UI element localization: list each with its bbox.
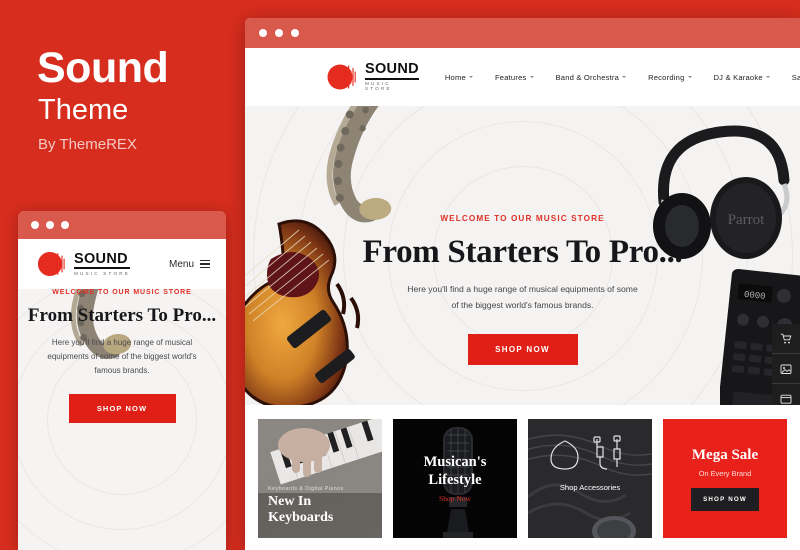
nav-item-features[interactable]: Features [495,73,534,82]
cart-icon [780,333,792,343]
browser-titlebar [245,18,800,48]
nav-label: DJ & Karaoke [713,72,763,82]
mobile-mockup: SOUND MUSIC STORE Menu WELCOME TO OUR MU… [18,211,226,550]
nav-item-sale[interactable]: Sale [792,73,800,82]
side-widget-image-button[interactable] [772,354,800,384]
site-logo-tagline: MUSIC STORE [365,81,392,91]
mobile-logo-name: SOUND [74,252,131,270]
promo-cards: Keyboards & Digital Pianos New In Keyboa… [245,405,800,538]
card-title: Musican's Lifestyle [393,454,517,489]
mobile-logo[interactable]: SOUND MUSIC STORE [34,250,131,278]
main-navigation: Home Features Band & Orchestra Recording… [445,72,800,82]
site-header: SOUND MUSIC STORE Home Features Band & O… [245,48,800,106]
window-dot-close[interactable] [259,29,267,37]
chevron-down-icon [529,76,534,78]
chevron-down-icon [765,76,770,78]
nav-item-dj-karaoke[interactable]: DJ & Karaoke [714,73,770,82]
card-musicans-lifestyle[interactable]: Musican's Lifestyle Shop Now [393,419,517,538]
mobile-menu-button[interactable]: Menu [169,259,210,270]
nav-item-band-orchestra[interactable]: Band & Orchestra [556,73,627,82]
hamburger-icon [200,259,210,269]
card-mega-sale[interactable]: Mega Sale On Every Brand SHOP NOW [663,419,787,538]
window-dot-maximize[interactable] [61,221,69,229]
card-subtitle: On Every Brand [698,468,752,478]
chevron-down-icon [622,76,627,78]
site-logo-name: SOUND [365,62,419,80]
hero-paragraph: Here you'll find a huge range of musical… [245,281,800,314]
nav-item-home[interactable]: Home [445,73,473,82]
hero-eyebrow: WELCOME TO OUR MUSIC STORE [440,214,605,223]
card-new-in-keyboards[interactable]: Keyboards & Digital Pianos New In Keyboa… [258,419,382,538]
mobile-hero-heading: From Starters To Pro... [27,305,217,326]
side-widget-window-button[interactable] [772,384,800,405]
site-logo[interactable]: SOUND MUSIC STORE [325,62,419,91]
card-caption: Keyboards & Digital Pianos [268,485,344,492]
promo-subtitle: Theme [38,94,129,126]
mobile-titlebar [18,211,226,239]
mobile-logo-text: SOUND MUSIC STORE [74,252,131,277]
mobile-hero-paragraph: Here you'll find a huge range of musical… [18,336,226,378]
hero-heading: From Starters To Pro... [362,234,683,270]
hero-paragraph-line2: of the biggest world's famous brands. [451,300,594,311]
promo-author: By ThemeREX [38,136,137,153]
nav-item-recording[interactable]: Recording [648,72,692,82]
card-title: New In Keyboards [258,494,382,538]
mobile-header: SOUND MUSIC STORE Menu [18,239,226,289]
window-dot-close[interactable] [31,221,39,229]
card-title-line2: Keyboards [268,509,334,525]
mobile-hero-eyebrow: WELCOME TO OUR MUSIC STORE [52,289,192,296]
card-title-line1: Musican's [423,454,487,471]
mobile-shop-now-button[interactable]: SHOP NOW [68,394,176,423]
nav-label: Recording [648,72,685,82]
card-title-line1: New In [268,493,312,509]
promo-title: Sound [37,44,169,92]
mobile-hero: WELCOME TO OUR MUSIC STORE From Starters… [18,289,226,550]
hero-section: Parrot 0000 WELCOME TO OUR MUSIC STORE F… [245,106,800,405]
site-logo-text: SOUND MUSIC STORE [365,62,419,91]
image-icon [780,364,792,374]
card-title: Mega Sale [691,446,759,463]
nav-label: Features [494,72,527,82]
sound-wave-logo-icon [34,250,68,278]
chevron-down-icon [687,76,692,78]
window-dot-minimize[interactable] [275,29,283,37]
card-title-line2: Lifestyle [428,471,482,488]
nav-label: Band & Orchestra [555,72,620,82]
hero-content: WELCOME TO OUR MUSIC STORE From Starters… [245,106,800,365]
card-shop-accessories[interactable]: Shop Accessories [528,419,652,538]
card-shop-now-link[interactable]: Shop Now [393,494,517,503]
accessories-line-icon [550,435,621,470]
sound-wave-logo-icon [325,63,359,91]
nav-label: Sale [791,72,800,82]
nav-label: Home [444,72,466,82]
window-icon [780,394,792,404]
chevron-down-icon [468,76,473,78]
side-widget [772,324,800,405]
window-dot-maximize[interactable] [291,29,299,37]
hero-paragraph-line1: Here you'll find a huge range of musical… [407,284,638,294]
card-title: Shop Accessories [559,483,621,492]
hero-shop-now-button[interactable]: SHOP NOW [467,333,578,365]
card-shop-now-button[interactable]: SHOP NOW [691,487,759,511]
mobile-menu-label: Menu [168,258,194,270]
mobile-logo-tagline: MUSIC STORE [74,270,131,276]
browser-mockup: SOUND MUSIC STORE Home Features Band & O… [245,18,800,550]
window-dot-minimize[interactable] [46,221,54,229]
side-widget-cart-button[interactable] [772,324,800,354]
